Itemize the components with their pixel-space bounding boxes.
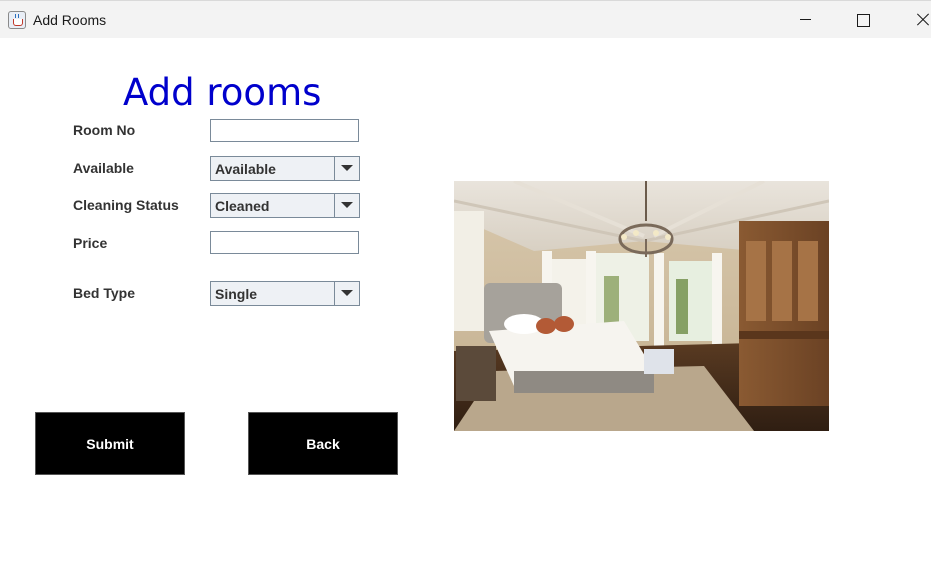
bed-type-select-value: Single [215, 286, 258, 302]
price-label: Price [73, 235, 108, 251]
submit-button[interactable]: Submit [35, 412, 185, 475]
maximize-icon[interactable] [840, 1, 886, 39]
available-select[interactable]: Available [210, 156, 360, 181]
bed-type-label: Bed Type [73, 285, 135, 301]
cleaning-status-select-value: Cleaned [215, 198, 270, 214]
price-input[interactable] [210, 231, 359, 254]
close-icon[interactable] [898, 1, 931, 39]
minimize-icon[interactable] [782, 1, 828, 39]
window-title: Add Rooms [33, 12, 107, 28]
back-button[interactable]: Back [248, 412, 398, 475]
available-select-value: Available [215, 161, 276, 177]
bed-type-select[interactable]: Single [210, 281, 360, 306]
chevron-down-icon[interactable] [334, 157, 359, 180]
chevron-down-icon[interactable] [334, 282, 359, 305]
cleaning-status-select[interactable]: Cleaned [210, 193, 360, 218]
java-app-icon [8, 11, 26, 29]
cleaning-status-label: Cleaning Status [73, 197, 179, 213]
room-no-label: Room No [73, 122, 136, 138]
title-bar: Add Rooms [0, 0, 931, 38]
page-title: Add rooms [123, 71, 322, 114]
chevron-down-icon[interactable] [334, 194, 359, 217]
available-label: Available [73, 160, 134, 176]
bedroom-photo [454, 181, 829, 431]
room-no-input[interactable] [210, 119, 359, 142]
